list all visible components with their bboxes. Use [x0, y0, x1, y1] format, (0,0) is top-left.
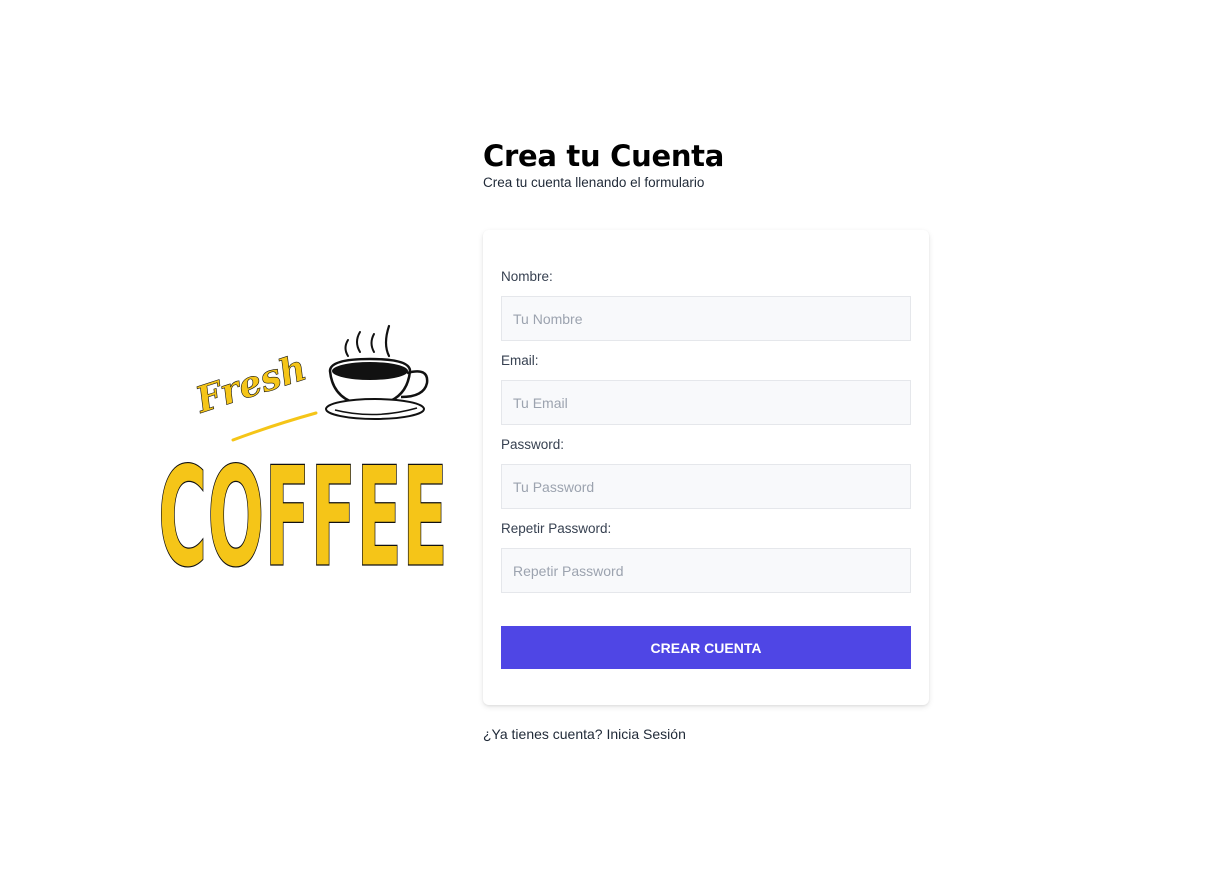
repeat-password-label: Repetir Password:	[501, 521, 612, 536]
name-label: Nombre:	[501, 269, 553, 284]
logo-word-fresh: Fresh	[190, 347, 312, 422]
repeat-password-input[interactable]	[501, 548, 911, 593]
password-input[interactable]	[501, 464, 911, 509]
register-content: Crea tu Cuenta Crea tu cuenta llenando e…	[483, 138, 929, 744]
email-input[interactable]	[501, 380, 911, 425]
page-title: Crea tu Cuenta	[483, 139, 724, 173]
fresh-coffee-logo: Fresh COFFEE	[155, 318, 455, 574]
register-form: Nombre: Email: Password: Repetir Passwor…	[483, 230, 929, 705]
name-input[interactable]	[501, 296, 911, 341]
register-page: Fresh COFFEE Crea tu Cuenta Crea tu cuen…	[0, 0, 1213, 878]
login-link[interactable]: ¿Ya tienes cuenta? Inicia Sesión	[483, 725, 686, 743]
email-label: Email:	[501, 353, 539, 368]
repeat-password-field-group: Repetir Password:	[501, 520, 911, 593]
logo-word-coffee: COFFEE	[158, 437, 448, 574]
name-field-group: Nombre:	[501, 268, 911, 341]
page-subtitle: Crea tu cuenta llenando el formulario	[483, 175, 705, 190]
coffee-logo-graphic: Fresh COFFEE	[157, 324, 449, 574]
password-field-group: Password:	[501, 436, 911, 509]
password-label: Password:	[501, 437, 565, 452]
email-field-group: Email:	[501, 352, 911, 425]
create-account-button[interactable]: Crear Cuenta	[501, 626, 911, 669]
